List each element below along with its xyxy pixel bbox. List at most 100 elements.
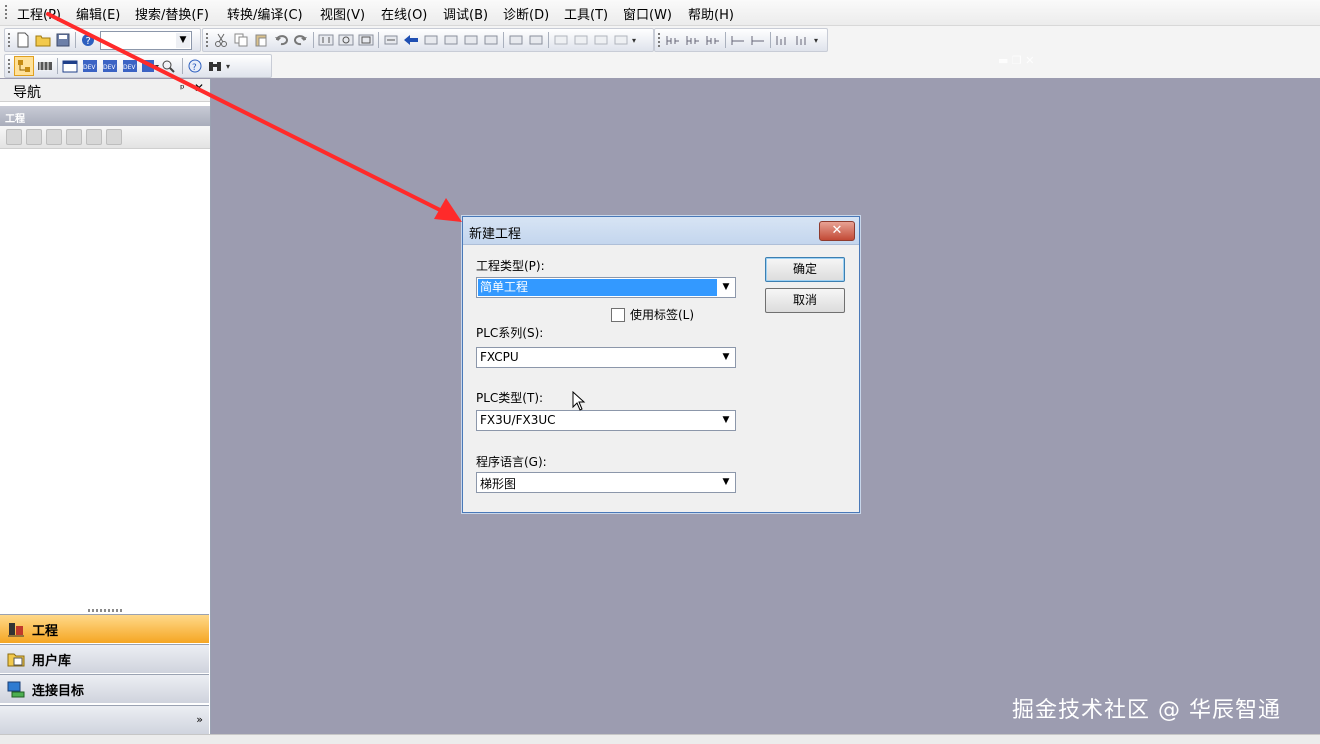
ladder-symbol-icon[interactable] xyxy=(749,31,767,49)
plc-type-value: FX3U/FX3UC xyxy=(480,413,556,427)
ladder-edit-icon[interactable] xyxy=(592,31,610,49)
arrow-left-icon[interactable] xyxy=(402,31,420,49)
menu-edit[interactable]: 编辑(E) xyxy=(76,4,120,23)
ladder-symbol-icon[interactable] xyxy=(704,31,722,49)
menu-debug[interactable]: 调试(B) xyxy=(443,4,488,23)
redo-icon[interactable] xyxy=(292,31,310,49)
ladder-symbol-icon[interactable] xyxy=(794,31,812,49)
project-type-select[interactable]: 简单工程 ▼ xyxy=(476,277,736,298)
nav-paste-icon[interactable] xyxy=(46,129,62,145)
ladder-symbol-icon[interactable] xyxy=(684,31,702,49)
navigation-header: 导航 ᵖ ✕ xyxy=(0,79,210,102)
close-button[interactable]: ✕ xyxy=(819,221,855,241)
help-icon[interactable]: ? xyxy=(79,31,97,49)
cut-icon[interactable] xyxy=(212,31,230,49)
toolbar-overflow-icon[interactable]: ▾ xyxy=(814,36,818,45)
ladder-func-icon[interactable] xyxy=(357,31,375,49)
nav-copy-icon[interactable] xyxy=(26,129,42,145)
toolbar-separator xyxy=(548,32,549,48)
navigation-section-title: 工程 xyxy=(5,114,25,125)
toolbar-grip xyxy=(206,33,208,47)
ladder-edit-icon[interactable] xyxy=(507,31,525,49)
device-memory-icon[interactable]: DEV xyxy=(101,57,119,75)
zoom-icon[interactable] xyxy=(161,57,179,75)
close-icon[interactable]: ✕ xyxy=(194,81,204,95)
ladder-symbol-icon[interactable] xyxy=(729,31,747,49)
ok-button[interactable]: 确定 xyxy=(765,257,845,282)
nav-new-icon[interactable] xyxy=(6,129,22,145)
copy-icon[interactable] xyxy=(232,31,250,49)
chevron-down-icon: ▼ xyxy=(176,32,190,48)
splitter-grip[interactable] xyxy=(88,609,122,612)
ladder-symbol-icon[interactable] xyxy=(774,31,792,49)
save-icon[interactable] xyxy=(54,31,72,49)
pin-icon[interactable]: ᵖ xyxy=(180,82,185,95)
nav-property-icon[interactable] xyxy=(66,129,82,145)
ladder-edit-icon[interactable] xyxy=(552,31,570,49)
device-memory-icon[interactable]: DEV xyxy=(121,57,139,75)
menu-diagnostics[interactable]: 诊断(D) xyxy=(503,4,549,23)
plc-series-value: FXCPU xyxy=(480,350,519,364)
ghost-window-buttons: ▬ ❐ ✕ xyxy=(998,54,1035,67)
plc-type-select[interactable]: FX3U/FX3UC ▼ xyxy=(476,410,736,431)
undo-icon[interactable] xyxy=(272,31,290,49)
menu-convert-compile[interactable]: 转换/编译(C) xyxy=(227,4,303,23)
ladder-contact-icon[interactable] xyxy=(317,31,335,49)
toolbar-standard: ? ▼ xyxy=(4,28,201,52)
menu-search-replace[interactable]: 搜索/替换(F) xyxy=(135,4,209,23)
menu-online[interactable]: 在线(O) xyxy=(381,4,427,23)
toolbar-overflow-icon[interactable]: ▾ xyxy=(632,36,636,45)
toolbar-combo[interactable]: ▼ xyxy=(100,30,192,50)
window-icon[interactable] xyxy=(61,57,79,75)
chevron-down-icon[interactable]: ▼ xyxy=(718,279,734,296)
plc-series-select[interactable]: FXCPU ▼ xyxy=(476,347,736,368)
menu-project[interactable]: 工程(P) xyxy=(17,4,61,23)
nav-tab-user-library[interactable]: 用户库 xyxy=(0,644,209,673)
device-memory-icon[interactable]: DEV xyxy=(81,57,99,75)
nav-filter-icon[interactable] xyxy=(106,129,122,145)
svg-text:DEV: DEV xyxy=(123,64,136,71)
paste-icon[interactable] xyxy=(252,31,270,49)
menu-tools[interactable]: 工具(T) xyxy=(564,4,608,23)
new-file-icon[interactable] xyxy=(14,31,32,49)
device-icon[interactable] xyxy=(36,57,54,75)
chevron-down-icon[interactable]: ▼ xyxy=(718,412,734,429)
navigation-section-header: 工程 xyxy=(0,106,210,126)
search-icon[interactable]: ? xyxy=(186,57,204,75)
toolbar-overflow-icon[interactable]: ▾ xyxy=(226,62,230,71)
nav-tab-connection[interactable]: 连接目标 xyxy=(0,674,209,703)
ladder-edit-icon[interactable] xyxy=(612,31,630,49)
ladder-edit-icon[interactable] xyxy=(422,31,440,49)
menu-view[interactable]: 视图(V) xyxy=(320,4,365,23)
binoculars-icon[interactable] xyxy=(206,57,224,75)
program-language-select[interactable]: 梯形图 ▼ xyxy=(476,472,736,493)
menu-help[interactable]: 帮助(H) xyxy=(688,4,734,23)
dialog-titlebar: 新建工程 ✕ xyxy=(463,217,859,245)
ladder-edit-icon[interactable] xyxy=(442,31,460,49)
ladder-symbol-icon[interactable] xyxy=(664,31,682,49)
chevron-down-icon[interactable]: ▼ xyxy=(718,349,734,366)
insert-row-icon[interactable] xyxy=(382,31,400,49)
device-memory-icon[interactable] xyxy=(141,57,159,75)
menu-grip xyxy=(5,5,7,20)
menu-window[interactable]: 窗口(W) xyxy=(623,4,672,23)
open-folder-icon[interactable] xyxy=(34,31,52,49)
ladder-coil-icon[interactable] xyxy=(337,31,355,49)
use-label-text: 使用标签(L) xyxy=(630,308,695,322)
svg-text:?: ? xyxy=(192,63,197,73)
chevron-double-right-icon[interactable]: » xyxy=(196,713,203,726)
toolbar-separator xyxy=(57,58,58,74)
ladder-edit-icon[interactable] xyxy=(462,31,480,49)
toolbar-separator xyxy=(503,32,504,48)
cancel-button[interactable]: 取消 xyxy=(765,288,845,313)
toolbar-separator xyxy=(75,32,76,48)
nav-delete-icon[interactable] xyxy=(86,129,102,145)
ladder-edit-icon[interactable] xyxy=(572,31,590,49)
use-label-checkbox[interactable] xyxy=(611,308,625,322)
chevron-down-icon[interactable]: ▼ xyxy=(718,474,734,491)
ladder-edit-icon[interactable] xyxy=(482,31,500,49)
project-view-icon[interactable] xyxy=(14,56,34,76)
nav-tab-project[interactable]: 工程 xyxy=(0,614,209,643)
nav-tab-label: 工程 xyxy=(32,623,59,639)
ladder-edit-icon[interactable] xyxy=(527,31,545,49)
